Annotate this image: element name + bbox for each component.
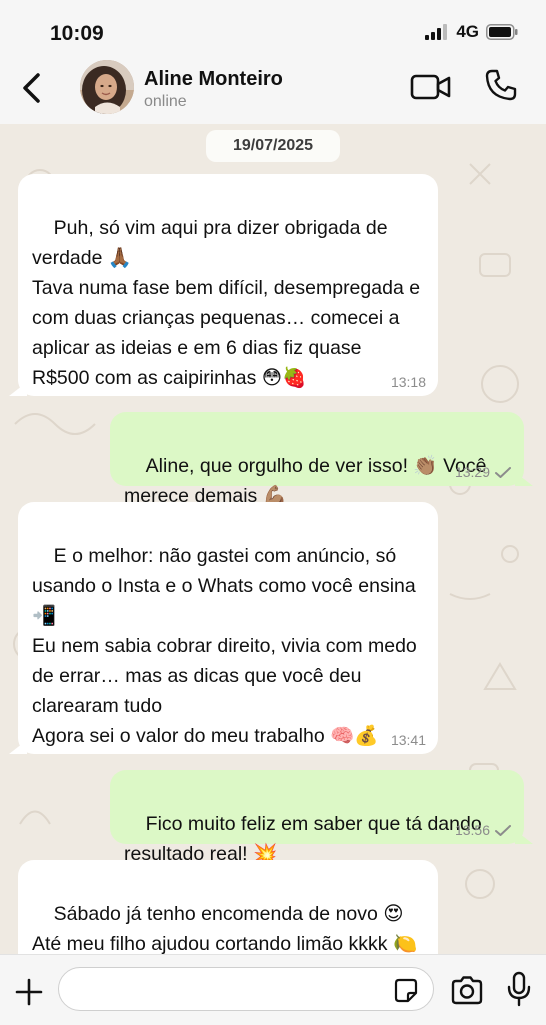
checkmark-icon (495, 466, 511, 478)
message-meta: 13:56 (455, 822, 512, 838)
message-bubble-incoming[interactable]: Puh, só vim aqui pra dizer obrigada de v… (18, 174, 438, 396)
message-bubble-outgoing[interactable]: Aline, que orgulho de ver isso! 👏🏽 Você … (110, 412, 524, 507)
message-time: 13:18 (390, 374, 426, 390)
message-text: E o melhor: não gastei com anúncio, só u… (32, 545, 417, 747)
message-meta: 13:18 (391, 374, 426, 390)
message-bubble-outgoing[interactable]: Fico muito feliz em saber que tá dando r… (110, 770, 524, 865)
avatar[interactable] (80, 60, 134, 114)
contact-status: online (144, 93, 187, 110)
plus-icon[interactable] (14, 977, 44, 1007)
message-text: Puh, só vim aqui pra dizer obrigada de v… (32, 217, 421, 389)
message-time: 13:29 (454, 464, 490, 480)
microphone-icon[interactable] (506, 971, 532, 1007)
camera-icon[interactable] (450, 975, 484, 1005)
message-text: Sábado já tenho encomenda de novo 😍 Até … (32, 903, 418, 954)
contact-name: Aline Monteiro (144, 68, 283, 90)
date-separator: 19/07/2025 (206, 130, 340, 162)
message-bubble-incoming[interactable]: Sábado já tenho encomenda de novo 😍 Até … (18, 860, 438, 954)
message-meta: 13:41 (391, 732, 426, 748)
status-indicators: 4G (425, 22, 518, 42)
battery-icon (486, 24, 518, 40)
message-bubble-incoming[interactable]: E o melhor: não gastei com anúncio, só u… (18, 502, 438, 754)
avatar-photo (80, 60, 134, 114)
message-input[interactable] (58, 967, 434, 1011)
chat-header: Aline Monteiro online (0, 58, 546, 125)
network-label: 4G (456, 22, 479, 41)
chat-area[interactable]: 19/07/2025 Puh, só vim aqui pra dizer ob… (0, 124, 546, 954)
status-bar: 10:09 4G (0, 0, 546, 58)
video-camera-icon[interactable] (410, 72, 452, 102)
status-time: 10:09 (50, 22, 104, 45)
signal-icon (425, 24, 448, 40)
chevron-left-icon[interactable] (18, 70, 48, 106)
sticker-icon[interactable] (392, 977, 420, 1005)
phone-icon[interactable] (484, 68, 518, 102)
contact-info[interactable]: Aline Monteiro online (144, 68, 283, 111)
message-meta: 13:29 (455, 464, 512, 480)
message-composer (0, 954, 546, 1025)
checkmark-icon (495, 824, 511, 836)
message-time: 13:41 (390, 732, 426, 748)
message-time: 13:56 (454, 822, 490, 838)
